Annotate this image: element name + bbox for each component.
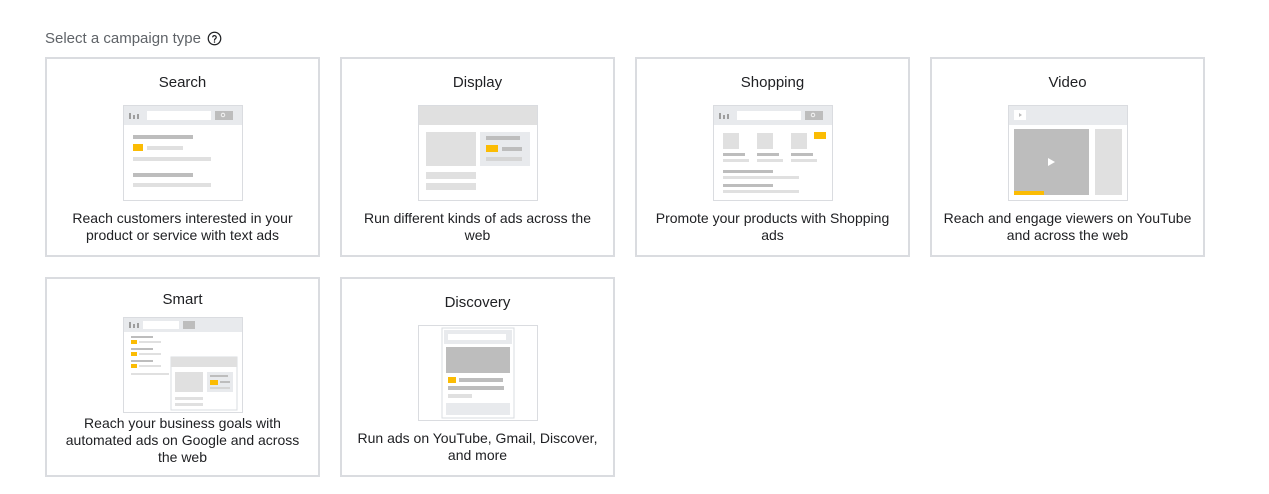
campaign-card-smart[interactable]: Smart Reach your business goals with aut…	[45, 277, 320, 477]
card-description: Promote your products with Shopping ads	[655, 210, 890, 243]
shopping-illustration	[712, 105, 833, 201]
smart-illustration	[122, 317, 243, 413]
display-illustration	[417, 105, 538, 201]
video-illustration	[1007, 105, 1128, 201]
card-title: Discovery	[444, 294, 511, 311]
card-title: Shopping	[740, 74, 805, 91]
campaign-type-header: Select a campaign type	[45, 27, 222, 49]
card-title: Display	[452, 74, 503, 91]
card-description: Reach customers interested in your produ…	[72, 210, 293, 243]
campaign-type-label: Select a campaign type	[45, 29, 201, 47]
campaign-card-video[interactable]: Video Reach and engage viewers on YouTub…	[930, 57, 1205, 257]
campaign-card-discovery[interactable]: Discovery Run ads on YouTube, Gmail, Dis…	[340, 277, 615, 477]
card-description: Reach and engage viewers on YouTube and …	[943, 210, 1192, 243]
search-illustration	[122, 105, 243, 201]
card-description: Run different kinds of ads across the we…	[364, 210, 591, 243]
discovery-illustration	[417, 325, 538, 421]
card-title: Smart	[162, 291, 203, 308]
card-title: Video	[1048, 74, 1087, 91]
card-title: Search	[158, 74, 207, 91]
campaign-card-display[interactable]: Display Run different kinds of ads acros…	[340, 57, 615, 257]
card-description: Reach your business goals with automated…	[65, 415, 300, 465]
help-circle-icon[interactable]	[207, 31, 222, 46]
card-description: Run ads on YouTube, Gmail, Discover, and…	[357, 430, 598, 463]
campaign-card-shopping[interactable]: Shopping Promote your products with Shop…	[635, 57, 910, 257]
campaign-card-search[interactable]: Search Reach customers interested in you…	[45, 57, 320, 257]
